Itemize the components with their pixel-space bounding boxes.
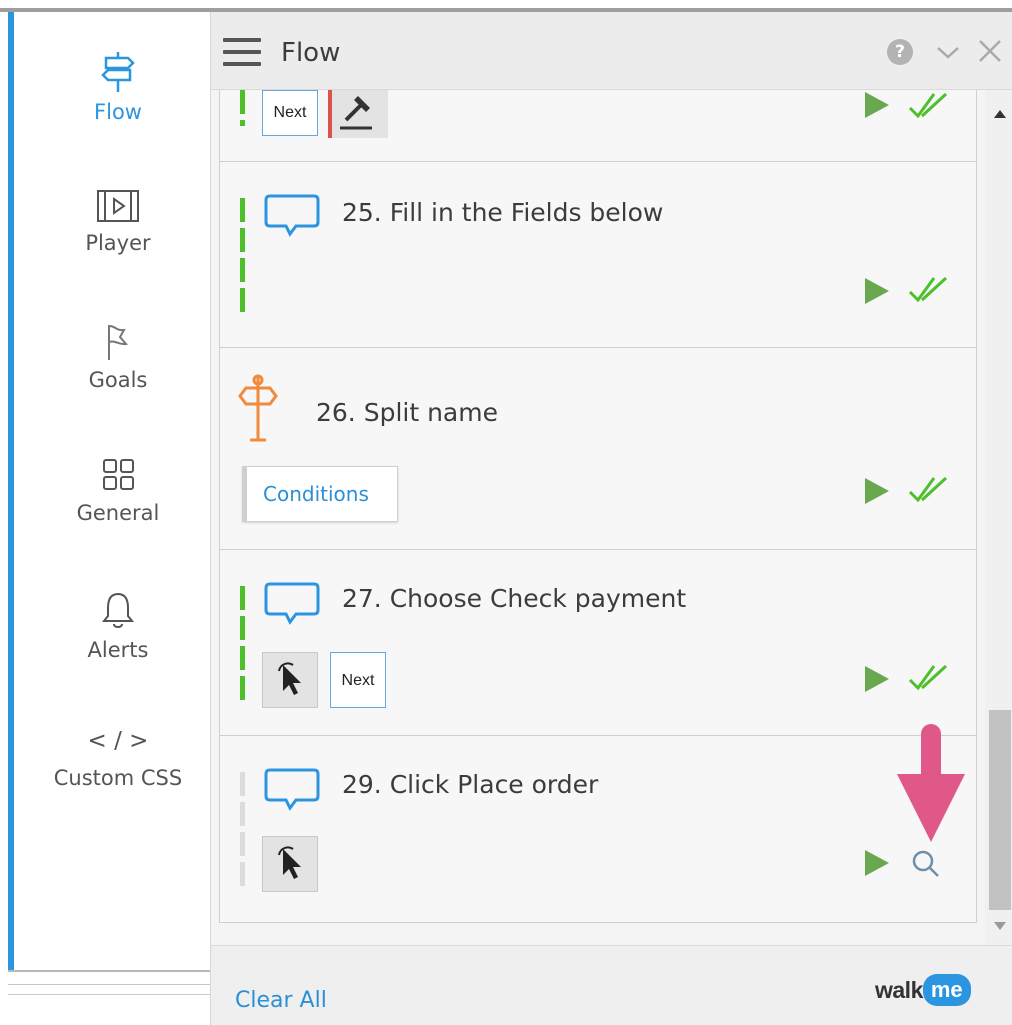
signpost-icon: [101, 52, 135, 92]
film-play-icon: [97, 190, 139, 222]
step-connector: [240, 198, 245, 312]
next-button[interactable]: Next: [262, 90, 318, 136]
walkme-editor-window: Flow Player Goals General Alerts < / > C…: [0, 0, 1012, 1025]
sidebar: Flow Player Goals General Alerts < / > C…: [8, 12, 210, 970]
grid-icon: [103, 459, 134, 490]
double-check-icon: [908, 664, 948, 691]
conditions-button[interactable]: Conditions: [242, 466, 398, 522]
sidebar-item-custom-css[interactable]: < / > Custom CSS: [20, 728, 216, 790]
play-icon[interactable]: [865, 666, 889, 692]
chevron-down-icon[interactable]: [934, 38, 962, 66]
logo-badge: me: [922, 974, 971, 1006]
speech-bubble-icon: [264, 194, 320, 237]
sidebar-bottom-edge: [8, 970, 210, 1025]
sidebar-item-label: Alerts: [87, 638, 149, 662]
click-action-button[interactable]: [262, 836, 318, 892]
step-title: 27. Choose Check payment: [342, 584, 687, 613]
list-item[interactable]: Next: [220, 90, 976, 162]
step-title: 25. Fill in the Fields below: [342, 198, 664, 227]
steps-list: Next 25. Fill in the Fields below 26. Sp…: [219, 90, 977, 923]
gavel-icon: [340, 96, 372, 130]
list-item[interactable]: 29. Click Place order: [220, 736, 976, 922]
scroll-up-arrow-icon[interactable]: [994, 110, 1006, 118]
double-check-icon: [908, 92, 948, 119]
flow-panel: Flow ? Next 25. Fill in the Fields below…: [210, 12, 1012, 1025]
speech-bubble-icon: [264, 582, 320, 625]
step-connector: [240, 90, 245, 126]
next-button[interactable]: Next: [330, 652, 386, 708]
help-icon[interactable]: ?: [887, 39, 913, 65]
play-icon[interactable]: [865, 278, 889, 304]
double-check-icon: [908, 476, 948, 503]
cursor-click-icon: [278, 662, 301, 695]
list-item[interactable]: 27. Choose Check payment Next: [220, 550, 976, 736]
list-item[interactable]: 26. Split name Conditions: [220, 348, 976, 550]
speech-bubble-icon: [264, 768, 320, 811]
cursor-click-icon: [278, 846, 301, 879]
flag-icon: [108, 325, 128, 360]
panel-header: Flow ?: [211, 12, 1012, 90]
play-icon[interactable]: [865, 850, 889, 876]
menu-icon[interactable]: [223, 38, 261, 68]
walkme-logo: walk me: [875, 974, 971, 1008]
bell-icon: [101, 592, 135, 628]
sidebar-item-player[interactable]: Player: [20, 187, 216, 255]
step-title: 26. Split name: [316, 398, 498, 427]
close-icon[interactable]: [976, 36, 1004, 66]
sidebar-item-label: Goals: [88, 368, 148, 392]
sidebar-item-goals[interactable]: Goals: [20, 322, 216, 392]
gavel-button[interactable]: [328, 90, 388, 138]
double-check-icon: [908, 276, 948, 303]
logo-text: walk: [875, 976, 923, 1003]
search-icon[interactable]: [910, 848, 942, 880]
sidebar-item-label: Player: [85, 231, 151, 255]
play-icon[interactable]: [865, 92, 889, 118]
click-action-button[interactable]: [262, 652, 318, 708]
step-title: 29. Click Place order: [342, 770, 599, 799]
split-icon: [238, 374, 278, 442]
play-icon[interactable]: [865, 478, 889, 504]
page-title: Flow: [281, 38, 341, 68]
sidebar-item-alerts[interactable]: Alerts: [20, 590, 216, 662]
scroll-down-arrow-icon[interactable]: [994, 922, 1006, 930]
sidebar-item-flow[interactable]: Flow: [20, 50, 216, 124]
panel-footer: Clear All walk me: [211, 945, 1012, 1025]
sidebar-item-label: Flow: [94, 100, 142, 124]
step-connector: [240, 586, 245, 706]
sidebar-item-label: General: [76, 501, 160, 525]
sidebar-item-general[interactable]: General: [20, 455, 216, 525]
sidebar-item-label: Custom CSS: [53, 766, 183, 790]
annotation-arrow-icon: [897, 724, 965, 842]
step-connector: [240, 772, 245, 892]
list-item[interactable]: 25. Fill in the Fields below: [220, 162, 976, 348]
scrollbar[interactable]: [985, 90, 1012, 945]
code-icon: < / >: [87, 728, 149, 754]
clear-all-link[interactable]: Clear All: [235, 988, 327, 1013]
scrollbar-thumb[interactable]: [989, 710, 1011, 910]
